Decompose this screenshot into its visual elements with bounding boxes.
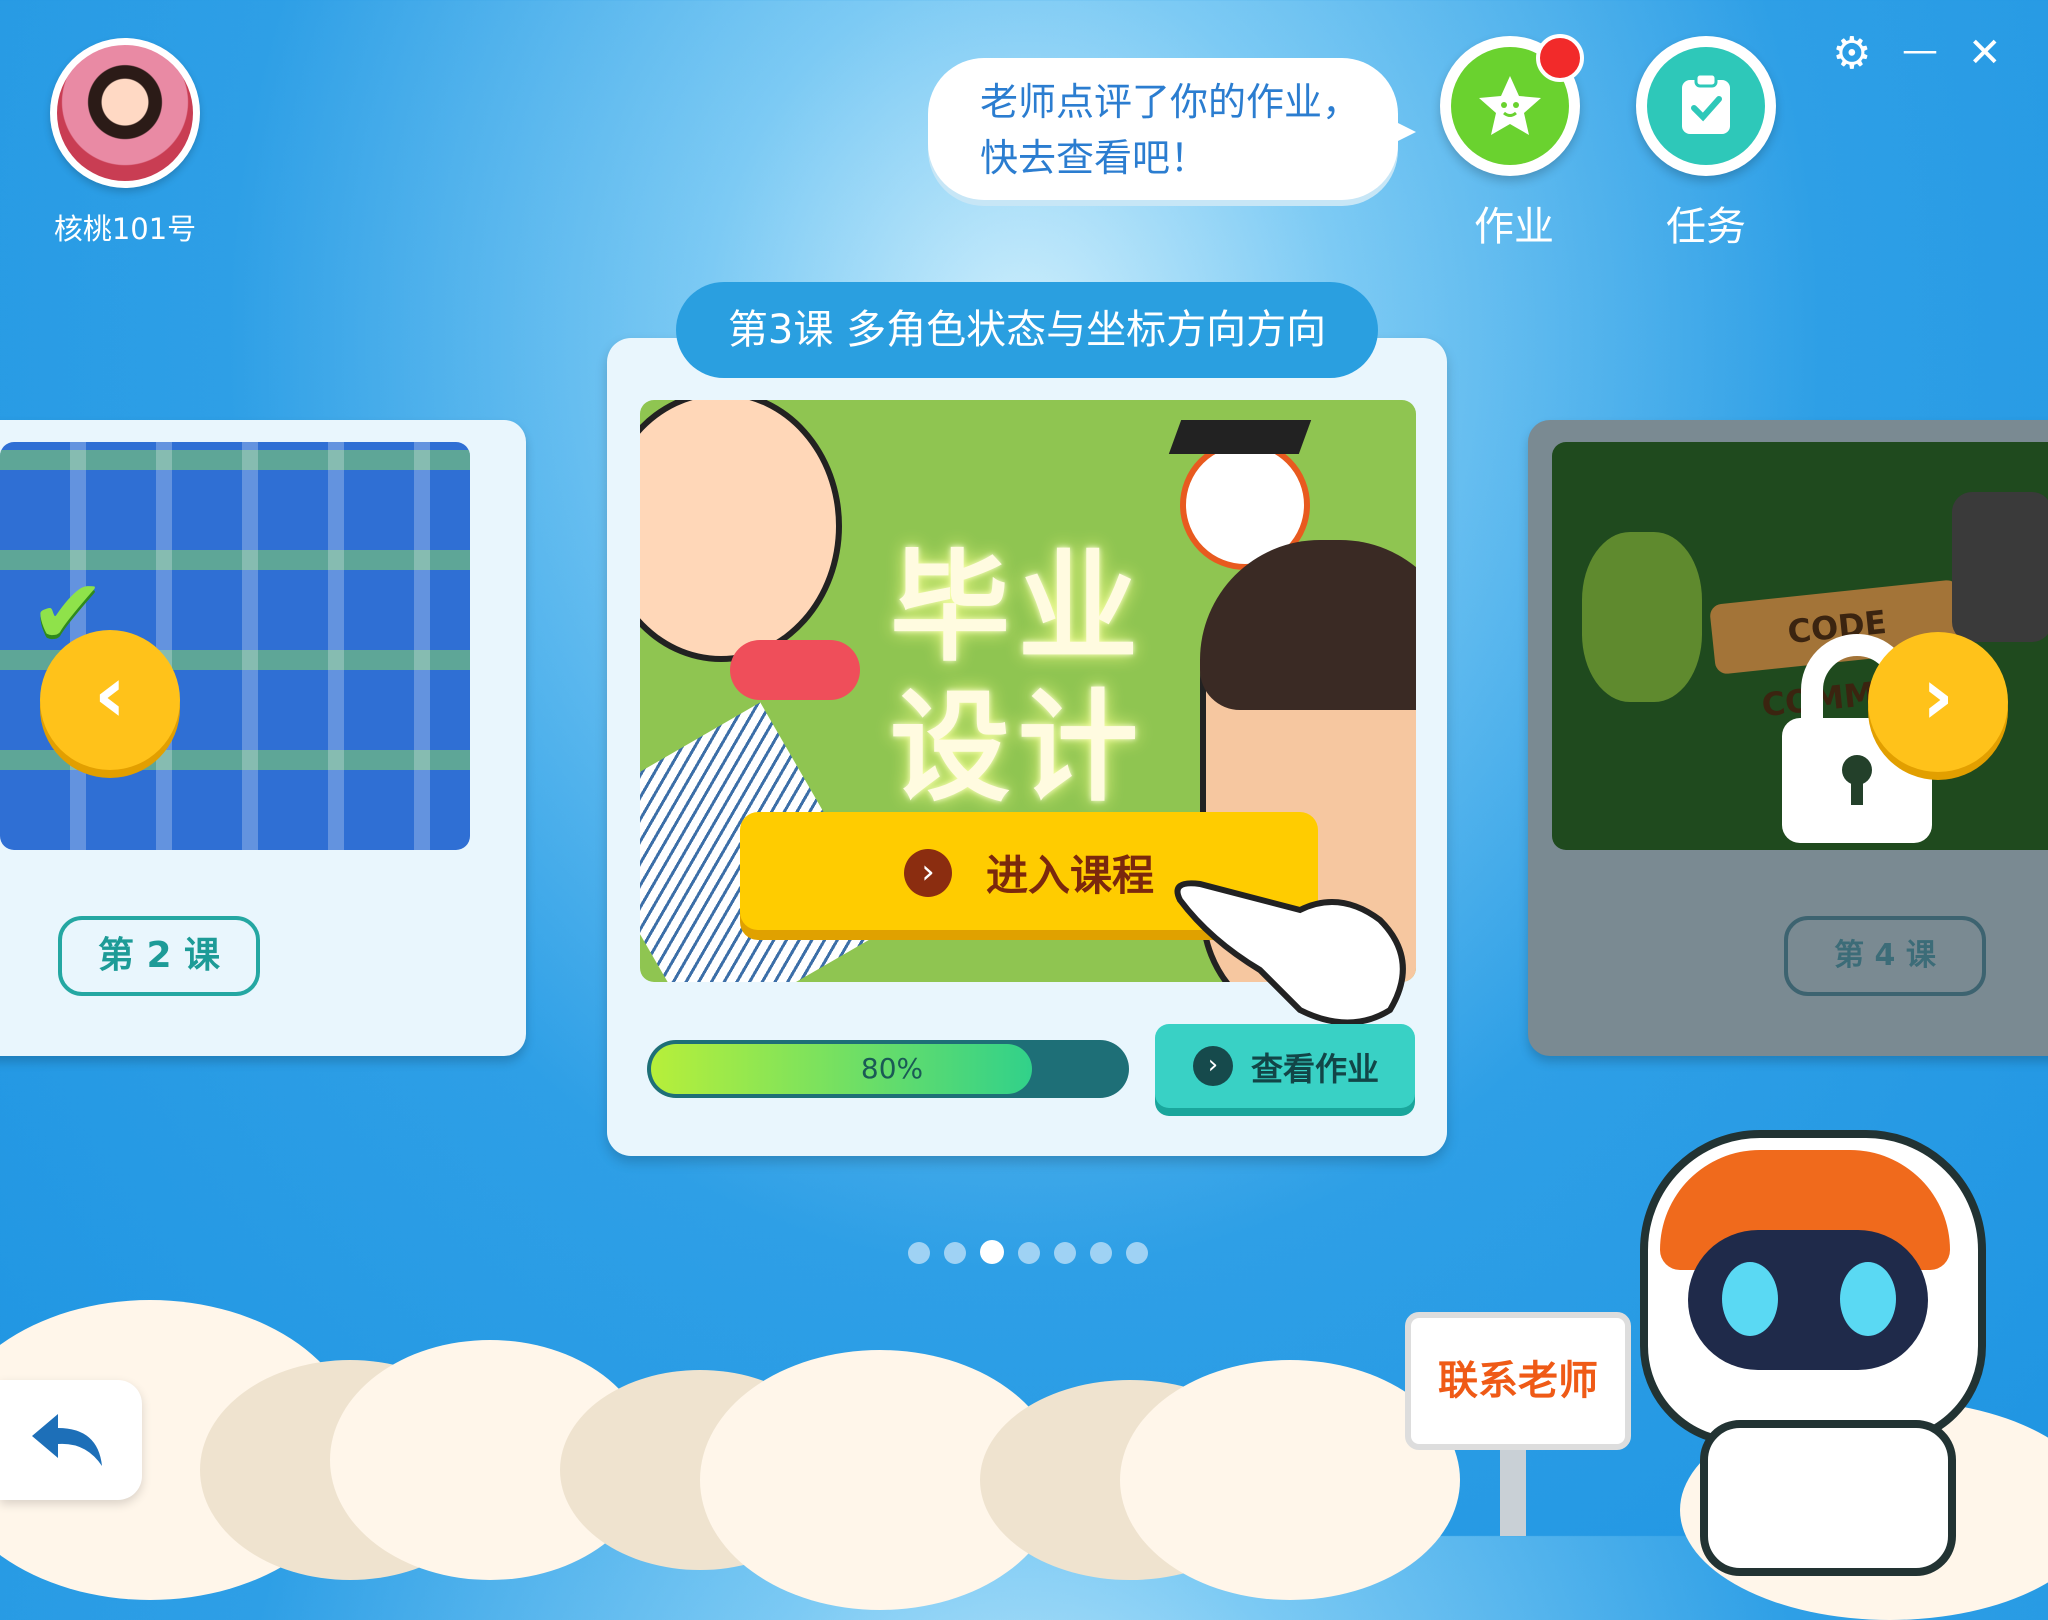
- pagination-dot[interactable]: [980, 1240, 1004, 1264]
- avatar-photo: [57, 45, 193, 181]
- graduation-cap: [1168, 420, 1312, 454]
- contact-teacher-button[interactable]: 联系老师: [1405, 1312, 1631, 1450]
- minimize-button[interactable]: —: [1902, 30, 1938, 71]
- lesson-title: 第3课 多角色状态与坐标方向方向: [676, 282, 1378, 378]
- notification-text: 老师点评了你的作业， 快去查看吧！: [980, 74, 1368, 186]
- pagination-dot[interactable]: [1018, 1242, 1040, 1264]
- pagination-dot[interactable]: [1126, 1242, 1148, 1264]
- notification-dot: [1536, 34, 1584, 82]
- robot-eye-left: [1722, 1262, 1778, 1336]
- lesson-progress-bar: 80%: [647, 1040, 1129, 1098]
- lesson-2-label: 第 2 课: [58, 916, 260, 996]
- robot-eye-right: [1840, 1262, 1896, 1336]
- avatar[interactable]: [50, 38, 200, 188]
- close-button[interactable]: ✕: [1968, 30, 2002, 76]
- sign-pole: [1500, 1440, 1526, 1536]
- star-icon: [1479, 76, 1541, 135]
- pagination-dot[interactable]: [944, 1242, 966, 1264]
- pagination-dot[interactable]: [908, 1242, 930, 1264]
- notification-bubble[interactable]: 老师点评了你的作业， 快去查看吧！: [928, 58, 1416, 200]
- chevron-right-icon: ›: [904, 849, 952, 897]
- chevron-right-icon: ›: [1193, 1046, 1233, 1086]
- next-lesson-button[interactable]: ›: [1868, 632, 2008, 772]
- homework-label: 作业: [1474, 204, 1554, 250]
- chevron-left-icon: ‹: [93, 650, 127, 740]
- lesson-4-label: 第 4 课: [1784, 916, 1986, 996]
- clipboard-check-icon: [1682, 72, 1730, 134]
- pagination-dots: [908, 1240, 1162, 1268]
- pointing-hand-icon: [1174, 880, 1406, 1026]
- view-homework-label: 查看作业: [1251, 1050, 1380, 1088]
- bubble-tail: [1388, 118, 1416, 146]
- girl-character: [640, 400, 842, 662]
- notification-line-2: 快去查看吧！: [980, 136, 1209, 180]
- settings-icon[interactable]: ⚙: [1832, 28, 1871, 79]
- notification-line-1: 老师点评了你的作业，: [980, 80, 1361, 124]
- enter-course-label: 进入课程: [986, 851, 1155, 900]
- tasks-label: 任务: [1666, 204, 1746, 250]
- robot-body: [1700, 1420, 1956, 1576]
- bow: [730, 640, 860, 700]
- tasks-button[interactable]: [1636, 36, 1776, 176]
- back-arrow-icon: [32, 1414, 102, 1466]
- view-homework-button[interactable]: › 查看作业: [1155, 1024, 1415, 1108]
- prev-lesson-button[interactable]: ‹: [40, 630, 180, 770]
- username: 核桃101号: [53, 212, 197, 246]
- back-button[interactable]: [0, 1380, 142, 1500]
- pagination-dot[interactable]: [1090, 1242, 1112, 1264]
- progress-text: 80%: [860, 1052, 924, 1085]
- chevron-right-icon: ›: [1921, 652, 1955, 742]
- pagination-dot[interactable]: [1054, 1242, 1076, 1264]
- art-title-line-2: 设计: [890, 679, 1146, 818]
